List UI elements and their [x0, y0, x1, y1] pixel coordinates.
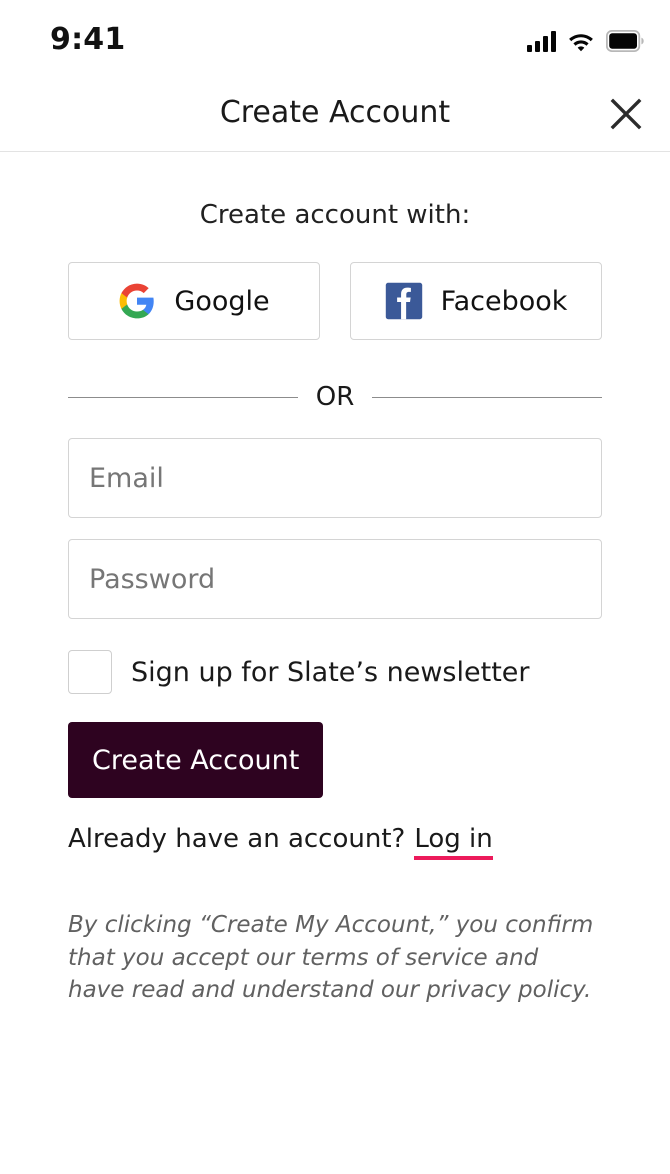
facebook-signup-button[interactable]: Facebook	[350, 262, 602, 340]
facebook-logo-icon	[385, 282, 423, 320]
newsletter-row: Sign up for Slate’s newsletter	[68, 650, 602, 694]
section-heading: Create account with:	[199, 200, 471, 230]
wifi-icon	[567, 30, 595, 52]
email-input[interactable]	[68, 438, 602, 518]
google-signup-button[interactable]: Google	[68, 262, 320, 340]
close-icon[interactable]	[604, 92, 648, 136]
facebook-signup-label: Facebook	[440, 285, 568, 317]
create-account-button[interactable]: Create Account	[68, 722, 324, 798]
form-content: Create account with: Google Facebook OR …	[0, 200, 670, 1007]
status-bar: 9:41	[0, 0, 670, 78]
login-prompt-row: Already have an account? Log in	[68, 824, 602, 860]
divider-label: OR	[315, 382, 355, 412]
cellular-signal-icon	[527, 30, 556, 52]
divider-line-left	[68, 396, 298, 398]
screen-header: Create Account	[0, 78, 670, 152]
battery-full-icon	[606, 30, 644, 52]
status-bar-icons	[527, 24, 644, 52]
newsletter-label: Sign up for Slate’s newsletter	[131, 656, 530, 688]
newsletter-checkbox[interactable]	[68, 650, 112, 694]
divider-line-right	[372, 396, 602, 398]
password-input[interactable]	[68, 539, 602, 619]
login-prompt-text: Already have an account?	[68, 824, 406, 854]
or-divider: OR	[68, 384, 602, 410]
legal-disclaimer: By clicking “Create My Account,” you con…	[68, 912, 594, 1004]
social-login-row: Google Facebook	[68, 262, 602, 340]
google-signup-label: Google	[174, 285, 270, 317]
page-title: Create Account	[219, 95, 451, 130]
create-account-screen: 9:41 Create Account Create account with:…	[0, 0, 670, 1174]
google-logo-icon	[118, 282, 156, 320]
login-link[interactable]: Log in	[414, 824, 493, 860]
status-bar-time: 9:41	[50, 22, 126, 57]
